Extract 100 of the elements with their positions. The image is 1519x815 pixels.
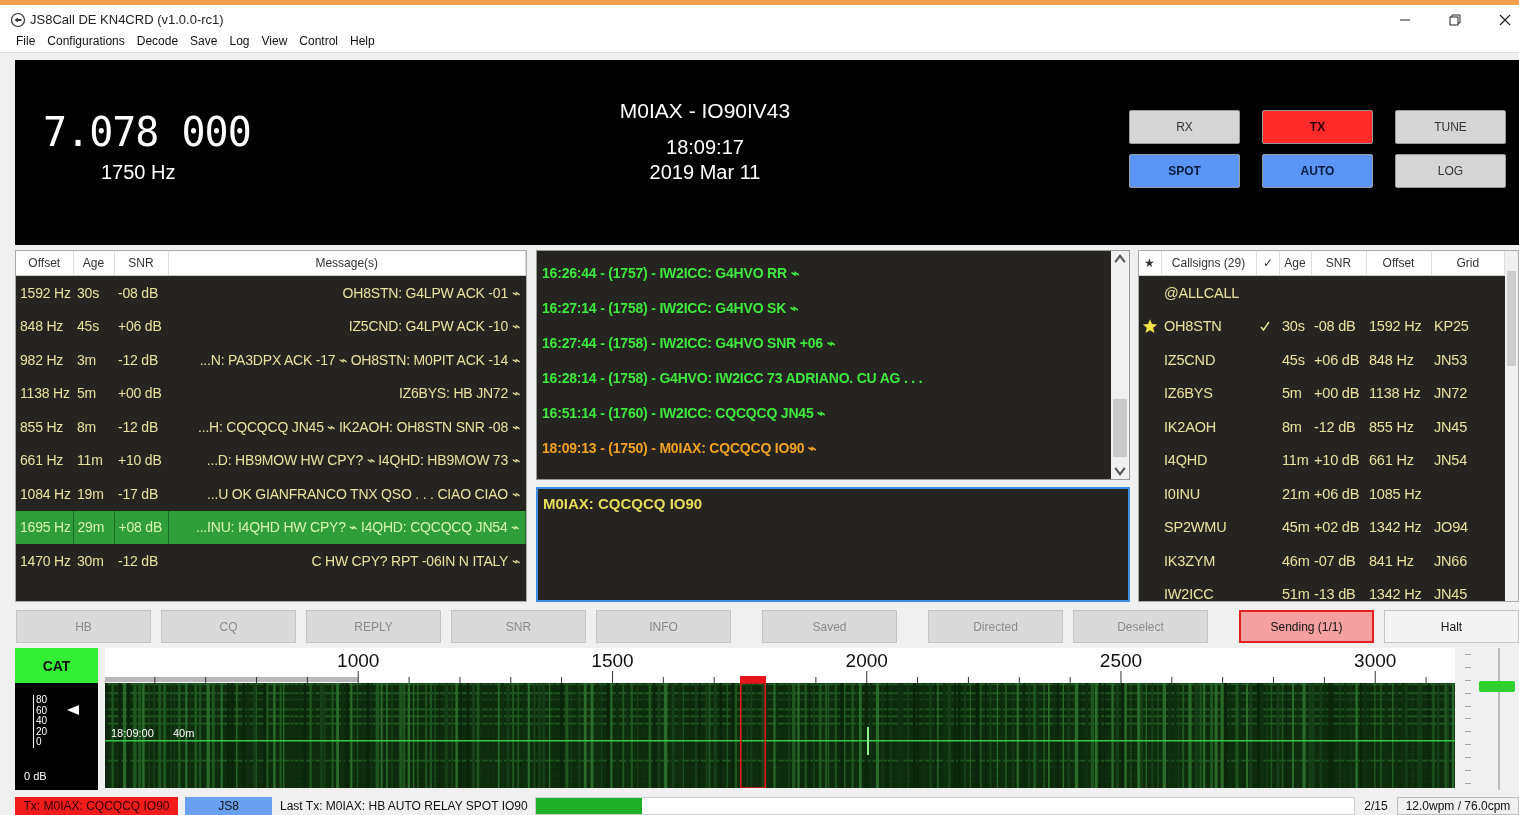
callsign-row[interactable]: IK3ZYM 46m -07 dB 841 Hz JN66 [1139,544,1505,578]
scale-label: 1500 [591,650,634,671]
log-line[interactable]: 18:09:13 - (1750) - M0IAX: CQCQCQ IO90 ⌁ [542,440,1111,475]
callsign-row[interactable]: IW2ICC 51m -13 dB 1342 Hz JN45 [1139,577,1505,601]
scale-label: 1000 [337,650,380,671]
snr-cell: +02 dB [1314,519,1360,536]
menu-item[interactable]: File [10,34,42,48]
age-cell-text: 11m [76,451,104,471]
mode-button[interactable]: SPOT [1129,153,1240,188]
star-icon[interactable] [1142,318,1158,335]
meter-pointer-icon [67,705,79,715]
slider-thumb[interactable] [1479,680,1515,692]
column-header[interactable]: ✓ [1256,251,1279,276]
frequency-ruler[interactable]: 1000 1500 2000 2500 3000 [105,648,1455,683]
age-cell: 45s [1282,351,1305,368]
callsign-row[interactable]: I0INU 21m +06 dB 1085 Hz [1139,477,1505,511]
age-cell: 45m [1282,519,1310,536]
macro-button[interactable]: Sending (1/1) [1239,610,1374,643]
grid-cell: KP25 [1434,318,1469,335]
log-line[interactable]: 16:27:44 - (1758) - IW2ICC: G4HVO SNR +06 ⌁ [542,335,1111,370]
callsign-row[interactable]: IZ5CND 45s +06 dB 848 Hz JN53 [1139,343,1505,377]
activity-row[interactable]: 1470 Hz 30m -12 dB C HW CPY? RPT -06IN N ITALY ⌁ [16,544,526,578]
log-line[interactable]: 16:28:14 - (1758) - G4HVO: IW2ICC 73 ADRIANO. CU AG . . . [542,370,1111,405]
log-line[interactable]: 16:26:44 - (1757) - IW2ICC: G4HVO RR ⌁ [542,265,1111,300]
cat-button[interactable]: CAT [15,648,98,683]
callsign-row[interactable]: SP2WMU 45m +02 dB 1342 Hz JO94 [1139,510,1505,544]
close-icon[interactable] [1499,13,1511,26]
tx-offset-marker[interactable] [740,676,766,683]
mode-status: JS8 [185,797,272,815]
mode-button[interactable]: TX [1262,109,1373,144]
mode-button[interactable]: LOG [1395,153,1506,188]
snr-cell: -12 dB [1314,418,1356,435]
restore-icon[interactable] [1449,13,1461,26]
activity-row[interactable]: 661 Hz 11m +10 dB ...D: HB9MOW HW CPY? ⌁ I4QHD: HB9MOW 73 ⌁ [16,443,526,477]
offset-cell: 1470 Hz [16,544,73,578]
offset-cell: 1695 Hz [16,510,73,544]
scrollbar[interactable] [1505,251,1518,601]
message-cell-text: ...H: CQCQCQ JN45 ⌁ IK2AOH: OH8STN SNR -08 ⌁ [197,417,521,437]
callsign-row[interactable]: IZ6BYS 5m +00 dB 1138 Hz JN72 [1139,376,1505,410]
callsign-row[interactable]: I4QHD 11m +10 dB 661 Hz JN54 [1139,443,1505,477]
message-cell: OH8STN: G4LPW ACK -01 ⌁ [168,275,526,310]
callsign-cell[interactable]: OH8STN [1161,309,1256,343]
activity-row[interactable]: 1138 Hz 5m +00 dB IZ6BYS: HB JN72 ⌁ [16,376,526,410]
age-cell: 11m [1282,452,1309,469]
snr-cell-text: +06 dB [117,317,163,337]
mode-button[interactable]: TUNE [1395,109,1506,144]
callsign-cell[interactable]: IZ5CND [1161,343,1256,377]
column-header[interactable]: Grid [1431,251,1505,276]
age-cell: 29m [73,510,114,544]
callsign-cell[interactable]: @ALLCALL [1161,275,1256,310]
activity-row[interactable]: 1084 Hz 19m -17 dB ...U OK GIANFRANCO TNX QSO . . . CIAO CIAO ⌁ [16,477,526,511]
waterfall-drawing[interactable] [105,683,1455,788]
callsign-cell[interactable]: I0INU [1161,477,1256,511]
column-header[interactable]: Callsigns (29) [1161,251,1256,276]
column-header[interactable]: Age [73,251,114,276]
menu-item[interactable]: Log [223,34,256,48]
column-header[interactable]: SNR [1311,251,1366,276]
compose-text: M0IAX: CQCQCQ IO90 [543,495,703,512]
snr-cell-text: +10 dB [117,451,163,471]
menu-item[interactable]: Help [344,34,381,48]
activity-row[interactable]: 855 Hz 8m -12 dB ...H: CQCQCQ JN45 ⌁ IK2AOH: OH8STN SNR -08 ⌁ [16,410,526,444]
speed-status: 12.0wpm / 76.0cpm [1397,797,1519,815]
menu-item[interactable]: Configurations [41,34,131,48]
column-header[interactable]: Age [1279,251,1311,276]
age-cell: 30s [1282,318,1305,335]
activity-row[interactable]: 848 Hz 45s +06 dB IZ5CND: G4LPW ACK -10 ⌁ [16,309,526,343]
menu-item[interactable]: Decode [130,34,185,48]
log-line[interactable]: 16:51:14 - (1760) - IW2ICC: CQCQCQ JN45 ⌁ [542,405,1111,440]
callsign-cell[interactable]: IZ6BYS [1161,376,1256,410]
callsign-row[interactable]: @ALLCALL [1139,275,1505,310]
scrollbar[interactable] [1111,251,1129,479]
activity-row[interactable]: 982 Hz 3m -12 dB ...N: PA3DPX ACK -17 ⌁ OH8STN: M0PIT ACK -14 ⌁ [16,343,526,377]
message-cell-text: ...U OK GIANFRANCO TNX QSO . . . CIAO CIAO ⌁ [206,484,521,504]
age-cell-text: 5m [76,384,98,404]
offset-cell-text: 848 Hz [19,317,65,337]
column-header[interactable]: SNR [114,251,168,276]
callsign-cell[interactable]: I4QHD [1161,443,1256,477]
page-status: 2/15 [1363,798,1389,815]
callsign-cell[interactable]: IW2ICC [1161,577,1256,601]
callsign-cell[interactable]: IK2AOH [1161,410,1256,444]
callsign-cell[interactable]: IK3ZYM [1161,544,1256,578]
compose-field[interactable]: M0IAX: CQCQCQ IO90 [536,487,1130,602]
callsign-row[interactable]: IK2AOH 8m -12 dB 855 Hz JN45 [1139,410,1505,444]
log-line[interactable]: 16:27:14 - (1758) - IW2ICC: G4HVO SK ⌁ [542,300,1111,335]
column-header[interactable]: Offset [16,251,73,276]
mode-button[interactable]: AUTO [1262,153,1373,188]
column-header[interactable]: Message(s) [168,251,526,276]
column-header[interactable]: ★ [1139,251,1161,276]
menu-item[interactable]: Control [293,34,344,48]
activity-row[interactable]: 1592 Hz 30s -08 dB OH8STN: G4LPW ACK -01 ⌁ [16,275,526,310]
callsign-row[interactable]: OH8STN 30s -08 dB 1592 Hz KP25 [1139,309,1505,343]
menu-item[interactable]: Save [184,34,224,48]
callsign-cell[interactable]: SP2WMU [1161,510,1256,544]
scale-label: 2500 [1099,650,1143,671]
column-header[interactable]: Offset [1366,251,1431,276]
macro-button[interactable]: Halt [1384,610,1519,643]
scroll-thumb[interactable] [1507,271,1516,366]
menu-item[interactable]: View [255,34,294,48]
mode-button[interactable]: RX [1129,109,1240,144]
scroll-thumb[interactable] [1113,399,1127,457]
